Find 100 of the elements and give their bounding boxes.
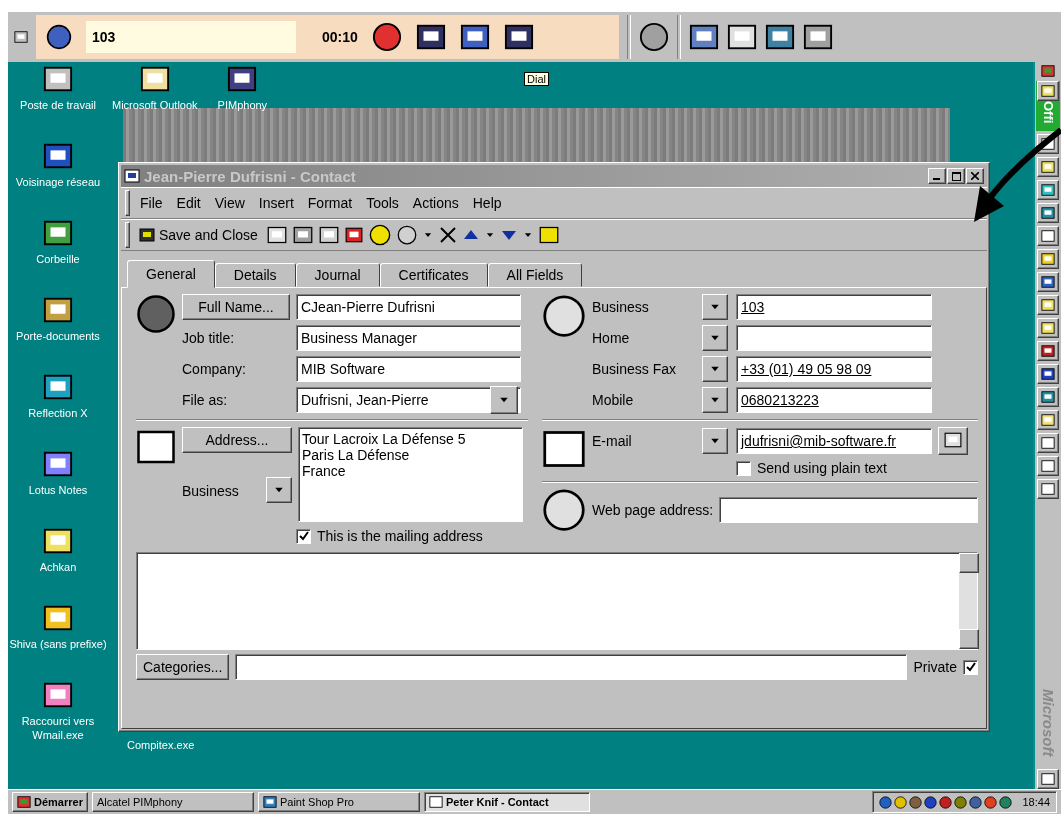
web-page-field[interactable] xyxy=(719,497,978,523)
tray-icon xyxy=(924,795,938,809)
minimize-button[interactable] xyxy=(928,168,946,184)
phone-field[interactable]: 0680213223 xyxy=(736,387,932,413)
shortcut-button[interactable] xyxy=(1037,410,1059,430)
categories-field[interactable] xyxy=(235,654,908,680)
save-and-close-button[interactable]: Save and Close xyxy=(136,222,261,248)
full-name-button[interactable]: Full Name... xyxy=(182,294,290,320)
phone-field[interactable]: +33 (01) 49 05 98 09 xyxy=(736,356,932,382)
address-type-label: Business xyxy=(182,483,240,499)
dropdown-button[interactable] xyxy=(266,477,292,503)
desktop-icon-label[interactable]: Shiva (sans prefixe) xyxy=(9,637,107,651)
menu-item[interactable]: Edit xyxy=(172,195,205,211)
shortcut-button[interactable] xyxy=(1037,456,1059,476)
desktop-icon-label[interactable]: Microsoft Outlook xyxy=(112,98,198,112)
address-field[interactable]: Tour Lacroix La Défense 5 Paris La Défense France xyxy=(298,427,523,522)
phone-label: Business Fax xyxy=(592,361,678,377)
name-field[interactable]: CJean-Pierre Dufrisni xyxy=(296,294,521,320)
text-field[interactable]: Business Manager xyxy=(296,325,521,351)
dropdown-button[interactable] xyxy=(702,356,728,382)
phone-label: Mobile xyxy=(592,392,635,408)
dropdown-button[interactable] xyxy=(702,428,728,454)
desktop-icon-label[interactable]: Lotus Notes xyxy=(28,483,88,497)
delete-icon[interactable] xyxy=(438,226,457,244)
shortcut-button[interactable] xyxy=(1037,272,1059,292)
tray-icon xyxy=(969,795,983,809)
email-field[interactable]: jdufrisni@mib-software.fr xyxy=(736,428,932,454)
shortcut-button[interactable] xyxy=(1037,364,1059,384)
scrollbar[interactable] xyxy=(959,553,977,649)
toolbar-grip[interactable] xyxy=(125,190,130,216)
phone-field[interactable]: 103 xyxy=(736,294,932,320)
notes-field[interactable] xyxy=(136,552,978,650)
phone-field[interactable] xyxy=(736,325,932,351)
desktop-icon-label[interactable]: Achkan xyxy=(39,560,77,574)
file-as-dropdown[interactable]: Dufrisni, Jean-Pierre xyxy=(296,387,521,413)
desktop-icon-label[interactable]: Voisinage réseau xyxy=(15,175,101,189)
shortcut-button[interactable] xyxy=(1037,249,1059,269)
tab[interactable]: Certificates xyxy=(379,263,488,287)
shortcut-button[interactable] xyxy=(1037,180,1059,200)
checkbox-label: This is the mailing address xyxy=(317,528,483,544)
shortcut-button[interactable] xyxy=(1037,341,1059,361)
close-icon xyxy=(971,172,979,180)
menu-item[interactable]: Actions xyxy=(408,195,463,211)
private-label: Private xyxy=(913,659,957,675)
shortcut-button[interactable] xyxy=(1037,433,1059,453)
desktop-icon-label[interactable]: Porte-documents xyxy=(16,329,100,343)
field-label: Company: xyxy=(182,361,247,377)
maximize-button[interactable] xyxy=(947,168,965,184)
shortcut-button[interactable] xyxy=(1037,769,1059,789)
clock: 18:44 xyxy=(1022,796,1050,808)
shortcut-button[interactable] xyxy=(1037,157,1059,177)
shortcut-button[interactable] xyxy=(1037,387,1059,407)
menu-item[interactable]: File xyxy=(136,195,167,211)
window-title: Jean-Pierre Dufrisni - Contact xyxy=(144,167,356,185)
dropdown-button[interactable] xyxy=(702,325,728,351)
shortcut-button[interactable] xyxy=(1037,479,1059,499)
start-button[interactable]: Démarrer xyxy=(12,792,88,812)
field-label: File as: xyxy=(182,392,229,408)
address-button[interactable]: Address... xyxy=(182,427,292,453)
checkbox[interactable] xyxy=(296,528,311,544)
tab[interactable]: Details xyxy=(214,263,296,287)
tab[interactable]: Journal xyxy=(295,263,380,287)
desktop-icon-label[interactable]: Compitex.exe xyxy=(127,739,195,751)
shortcut-button[interactable] xyxy=(1037,295,1059,315)
tray-icon xyxy=(879,795,893,809)
shortcut-button[interactable] xyxy=(1037,318,1059,338)
tray-icon xyxy=(894,795,908,809)
call-timer: 00:10 xyxy=(322,29,358,45)
menu-item[interactable]: Insert xyxy=(254,195,298,211)
number-field[interactable]: 103 xyxy=(86,21,296,53)
dropdown-button[interactable] xyxy=(702,387,728,413)
menu-item[interactable]: View xyxy=(210,195,249,211)
tab[interactable]: All Fields xyxy=(487,263,583,287)
taskbar-button[interactable]: Alcatel PIMphony xyxy=(91,792,254,812)
desktop-icon-label[interactable]: Raccourci vers Wmail.exe xyxy=(8,714,108,742)
desktop-icon-label[interactable]: Reflection X xyxy=(28,406,88,420)
taskbar-button[interactable]: Paint Shop Pro xyxy=(257,792,420,812)
shortcut-button[interactable] xyxy=(1037,203,1059,223)
tray-icon xyxy=(954,795,968,809)
desktop-icon-label[interactable]: Corbeille xyxy=(36,252,80,266)
desktop-icon-label[interactable]: PIMphony xyxy=(217,98,268,112)
phone-label: Home xyxy=(592,330,631,346)
categories-button[interactable]: Categories... xyxy=(136,654,230,680)
shortcut-button[interactable] xyxy=(1037,226,1059,246)
toolbar-grip[interactable] xyxy=(125,222,130,248)
dropdown-button[interactable] xyxy=(702,294,728,320)
menu-item[interactable]: Tools xyxy=(362,195,403,211)
phone-label: Business xyxy=(592,299,650,315)
checkbox-label: Send using plain text xyxy=(757,460,887,476)
taskbar-button[interactable]: Peter Knif - Contact xyxy=(423,792,590,812)
close-button[interactable] xyxy=(966,168,984,184)
address-book-button[interactable] xyxy=(938,427,968,455)
tab[interactable]: General xyxy=(127,260,215,288)
text-field[interactable]: MIB Software xyxy=(296,356,521,382)
folder-button[interactable] xyxy=(1037,81,1059,101)
checkbox[interactable] xyxy=(963,659,978,675)
checkbox[interactable] xyxy=(736,460,751,476)
menu-item[interactable]: Format xyxy=(303,195,357,211)
menu-item[interactable]: Help xyxy=(468,195,506,211)
desktop-icon-label[interactable]: Poste de travail xyxy=(20,98,96,112)
